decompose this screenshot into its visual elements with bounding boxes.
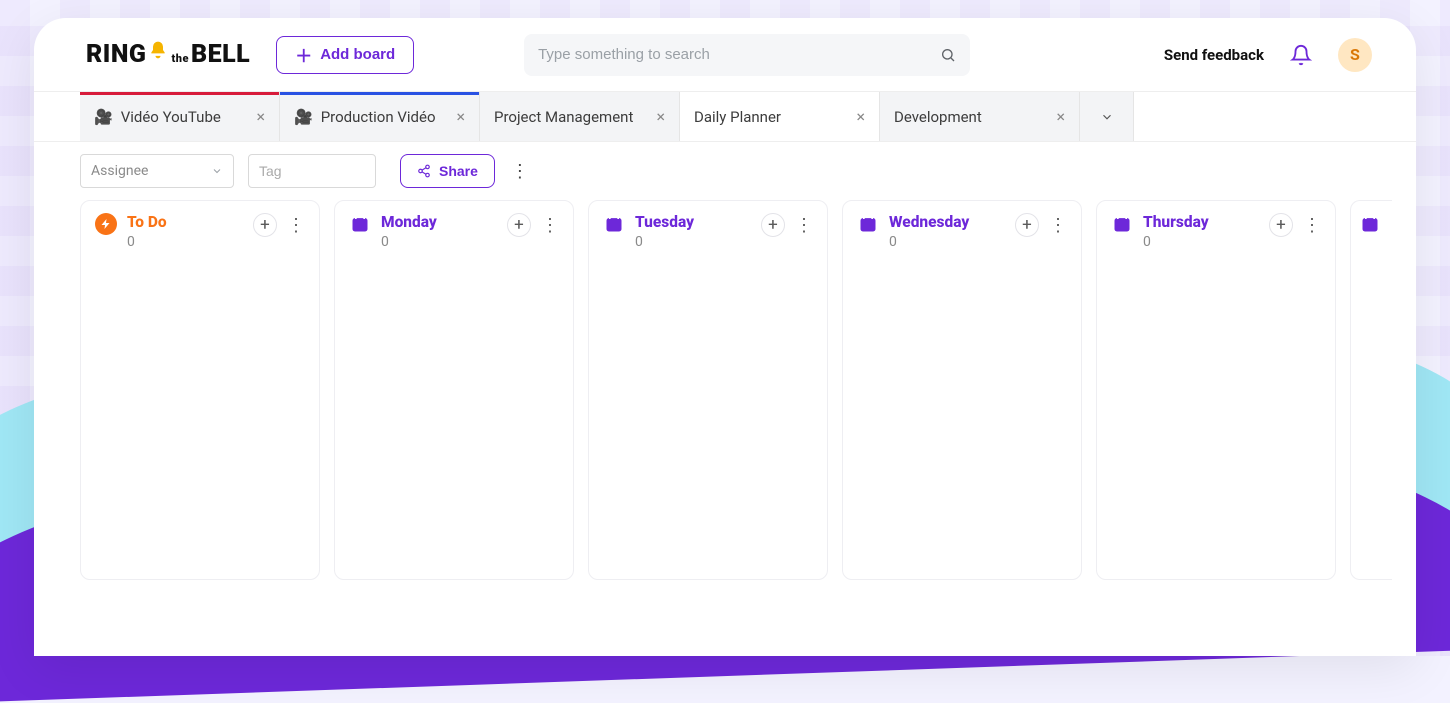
avatar[interactable]: S [1338,38,1372,72]
logo-the: the [171,52,188,65]
add-board-label: Add board [320,46,395,63]
column-title: Tuesday [635,213,694,232]
column-count: 0 [127,234,167,252]
chevron-down-icon [211,165,223,177]
share-button[interactable]: Share [400,154,495,188]
add-card-button[interactable]: + [761,213,785,237]
tab-production-video[interactable]: 🎥 Production Vidéo × [280,92,480,141]
column-title: Wednesday [889,213,969,232]
column-title: Thursday [1143,213,1209,232]
logo: RING the BELL [86,40,250,69]
close-icon[interactable]: × [256,107,265,126]
column-menu-button[interactable]: ⋮ [1049,215,1067,236]
tab-project-management[interactable]: Project Management × [480,92,680,141]
tabs-bar: 🎥 Vidéo YouTube × 🎥 Production Vidéo × P… [34,92,1416,142]
column-next-partial [1350,200,1392,580]
tag-input[interactable] [248,154,376,188]
tab-label: Vidéo YouTube [121,108,249,126]
todo-icon [95,213,117,235]
calendar-icon [349,213,371,235]
add-board-button[interactable]: ＋ Add board [276,36,414,74]
tab-development[interactable]: Development × [880,92,1080,141]
share-label: Share [439,163,478,179]
logo-bell-text: BELL [191,40,250,69]
column-titles: Monday 0 [381,213,437,252]
plus-icon: ＋ [295,42,312,67]
send-feedback-link[interactable]: Send feedback [1164,46,1264,64]
column-actions: + ⋮ [1269,213,1321,237]
assignee-placeholder: Assignee [91,163,148,179]
calendar-icon [857,213,879,235]
column-title: Monday [381,213,437,232]
column-titles: To Do 0 [127,213,167,252]
tab-label: Development [894,108,1048,126]
column-titles: Tuesday 0 [635,213,694,252]
column-menu-button[interactable]: ⋮ [1303,215,1321,236]
avatar-initial: S [1350,45,1360,64]
calendar-icon [1111,213,1133,235]
toolbar-more-button[interactable]: ⋮ [509,161,531,182]
tab-stripe [280,92,479,95]
column-menu-button[interactable]: ⋮ [541,215,559,236]
add-card-button[interactable]: + [253,213,277,237]
column-menu-button[interactable]: ⋮ [795,215,813,236]
board-toolbar: Assignee Share ⋮ [34,142,1416,200]
column-header: Tuesday 0 + ⋮ [603,213,813,252]
column-count: 0 [381,234,437,252]
column-count: 0 [1143,234,1209,252]
column-wednesday: Wednesday 0 + ⋮ [842,200,1082,580]
tabs-overflow-button[interactable] [1080,92,1134,141]
topbar-right: Send feedback S [1164,38,1372,72]
bell-icon [148,40,168,66]
chevron-down-icon [1100,110,1114,124]
tab-label: Production Vidéo [321,108,449,126]
topbar: RING the BELL ＋ Add board Send feedback [34,18,1416,92]
column-header: Wednesday 0 + ⋮ [857,213,1067,252]
search-input[interactable] [538,46,940,63]
search-icon [940,47,956,63]
column-count: 0 [889,234,969,252]
column-titles: Wednesday 0 [889,213,969,252]
close-icon[interactable]: × [856,107,865,126]
assignee-select[interactable]: Assignee [80,154,234,188]
column-actions: + ⋮ [1015,213,1067,237]
search-container [524,34,970,76]
tab-daily-planner[interactable]: Daily Planner × [680,92,880,141]
camera-icon: 🎥 [294,108,313,126]
close-icon[interactable]: × [656,107,665,126]
column-title: To Do [127,213,167,232]
add-card-button[interactable]: + [1015,213,1039,237]
share-icon [417,164,431,178]
column-header: Monday 0 + ⋮ [349,213,559,252]
notifications-button[interactable] [1290,44,1312,66]
app-window: RING the BELL ＋ Add board Send feedback [34,18,1416,656]
logo-ring: RING [86,40,146,69]
column-header: Thursday 0 + ⋮ [1111,213,1321,252]
column-menu-button[interactable]: ⋮ [287,215,305,236]
close-icon[interactable]: × [1056,107,1065,126]
calendar-icon [603,213,625,235]
column-actions: + ⋮ [253,213,305,237]
tab-label: Daily Planner [694,108,848,126]
column-actions: + ⋮ [761,213,813,237]
close-icon[interactable]: × [456,107,465,126]
column-todo: To Do 0 + ⋮ [80,200,320,580]
tab-video-youtube[interactable]: 🎥 Vidéo YouTube × [80,92,280,141]
add-card-button[interactable]: + [507,213,531,237]
column-titles: Thursday 0 [1143,213,1209,252]
tab-stripe [80,92,279,95]
column-header: To Do 0 + ⋮ [95,213,305,252]
column-thursday: Thursday 0 + ⋮ [1096,200,1336,580]
search-box[interactable] [524,34,970,76]
column-count: 0 [635,234,694,252]
column-tuesday: Tuesday 0 + ⋮ [588,200,828,580]
tab-label: Project Management [494,108,648,126]
calendar-icon [1359,213,1381,235]
column-monday: Monday 0 + ⋮ [334,200,574,580]
column-actions: + ⋮ [507,213,559,237]
camera-icon: 🎥 [94,108,113,126]
board: To Do 0 + ⋮ Monday 0 + [34,200,1416,580]
add-card-button[interactable]: + [1269,213,1293,237]
